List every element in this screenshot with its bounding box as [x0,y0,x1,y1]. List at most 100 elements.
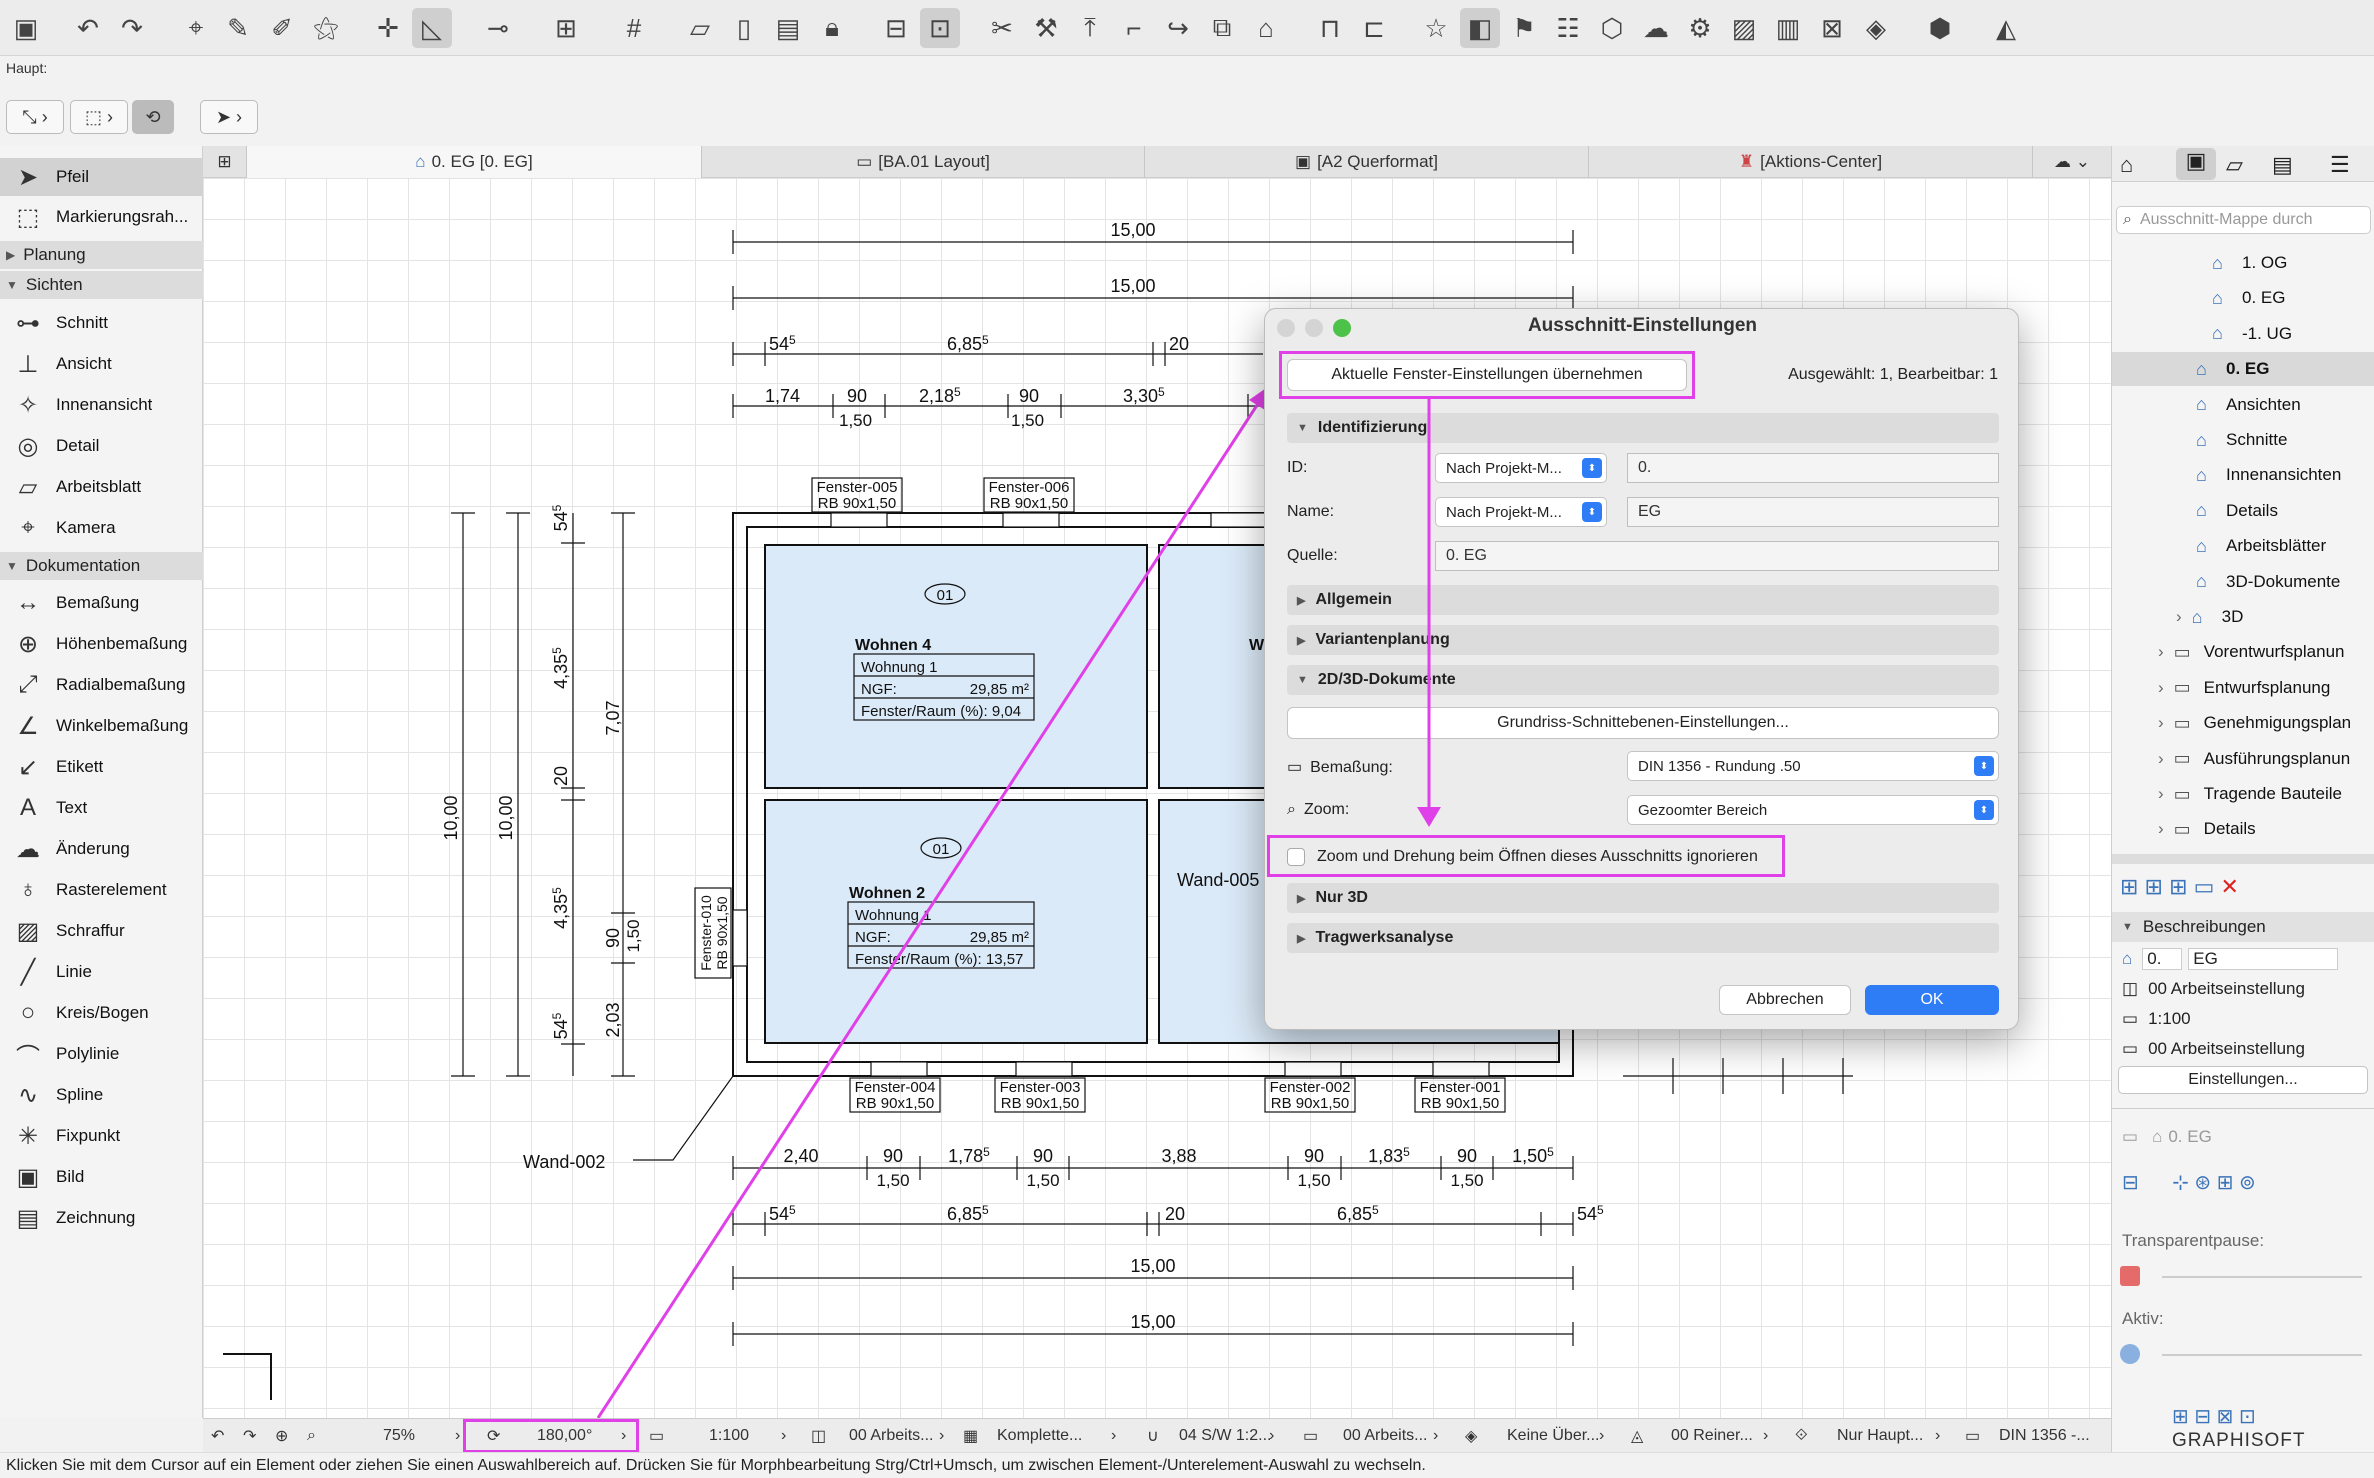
chevron-right-icon[interactable]: › [1433,1419,1438,1453]
schedule-icon[interactable]: ☷ [1548,8,1588,48]
project-map-icon[interactable]: ⌂ [2120,152,2133,178]
tree-item[interactable]: › ▭ Ausführungsplanun [2112,742,2374,776]
tree-item[interactable]: ⌂ Details [2112,494,2374,528]
chevron-right-icon[interactable]: › [2158,642,2164,662]
tool-fixpunkt[interactable]: ✳ Fixpunkt [0,1117,203,1155]
wall-label[interactable]: Wand-002 [523,1152,605,1172]
tree-item[interactable]: › ▭ Details [2112,812,2374,846]
tab-aktions-center[interactable]: ♜ [Aktions-Center] [1589,146,2033,178]
undo-icon[interactable]: ↶ [68,8,108,48]
tree-item[interactable]: ⌂ -1. UG [2112,317,2374,351]
hotlink-icon[interactable]: ⚙ [1680,8,1720,48]
desc-id-field[interactable]: 0. [2142,948,2183,970]
tool-bild[interactable]: ▣ Bild [0,1158,203,1196]
override-value[interactable]: Keine Über... [1507,1419,1600,1453]
book-icon[interactable]: ▥ [1768,8,1808,48]
window-tag[interactable]: Fenster-006 [989,479,1070,496]
view-map-icon[interactable]: ▣ [2176,148,2216,180]
magic-wand-icon[interactable]: ⚝ [306,8,346,48]
select-tool-icon[interactable]: ⌖ [176,8,216,48]
tree-item[interactable]: › ▭ Tragende Bauteile [2112,777,2374,811]
edit-icon[interactable]: ▤ [768,8,808,48]
tool-linie[interactable]: ╱ Linie [0,953,203,991]
chevron-right-icon[interactable]: › [1111,1419,1116,1453]
tool-hoehenbemassung[interactable]: ⊕ Höhenbemaßung [0,625,203,663]
organizer-icon[interactable]: ⊠ [1812,8,1852,48]
marquee-mode-button[interactable]: ⬚ › [70,100,128,134]
align-icon[interactable]: ⊏ [1354,8,1394,48]
chevron-right-icon[interactable]: › [1935,1419,1940,1453]
active-slider[interactable] [2162,1354,2362,1356]
layout-icon[interactable]: ◧ [1460,8,1500,48]
tree-item[interactable]: ⌂ Ansichten [2112,388,2374,422]
window-tag[interactable]: Fenster-004 [855,1079,936,1096]
elevate-icon[interactable]: ⤒ [1070,8,1110,48]
menu-icon[interactable]: ☰ [2330,152,2350,178]
tab-querformat[interactable]: ▣ [A2 Querformat] [1145,146,1589,178]
zoom-in-icon[interactable]: ⊕ [275,1419,288,1453]
tool-winkelbemassung[interactable]: ∠ Winkelbemaßung [0,707,203,745]
shape-icon[interactable]: ◭ [1986,8,2026,48]
undo-view-icon[interactable]: ↶ [211,1419,224,1453]
chevron-right-icon[interactable]: › [2176,607,2182,627]
syringe-icon[interactable]: ✐ [262,8,302,48]
tool-pfeil[interactable]: ➤ Pfeil [0,158,203,196]
view-value[interactable]: Nur Haupt... [1837,1419,1923,1453]
guide-line-icon[interactable]: ◺ [412,8,452,48]
tool-aenderung[interactable]: ☁ Änderung [0,830,203,868]
tool-ansicht[interactable]: ⊥ Ansicht [0,345,203,383]
tree-item[interactable]: ⌂ 0. EG [2112,281,2374,315]
layout-book-icon[interactable]: ▱ [2226,152,2243,178]
trace-icon[interactable]: ▯ [724,8,764,48]
redo-view-icon[interactable]: ↷ [243,1419,256,1453]
tool-spline[interactable]: ∿ Spline [0,1076,203,1114]
tree-item[interactable]: › ▭ Vorentwurfsplanun [2112,635,2374,669]
tool-arbeitsblatt[interactable]: ▱ Arbeitsblatt [0,468,203,506]
tree-item[interactable]: ⌂ 0. EG [2112,352,2374,387]
window-tag[interactable]: Fenster-001 [1420,1079,1501,1096]
tool-schnitt[interactable]: ⊶ Schnitt [0,304,203,342]
chevron-right-icon[interactable]: › [1599,1419,1604,1453]
tree-item[interactable]: ⌂ Innenansichten [2112,458,2374,492]
flag-icon[interactable]: ⚑ [1504,8,1544,48]
settings-button[interactable]: Einstellungen... [2118,1066,2368,1094]
search-input[interactable]: ⌕ Ausschnitt-Mappe durch [2116,206,2371,234]
window-tag[interactable]: Fenster-003 [1000,1079,1081,1096]
tool-schraffur[interactable]: ▨ Schraffur [0,912,203,950]
desc-layer-row[interactable]: ◫ 00 Arbeitseinstellung [2112,974,2374,1004]
picture-icon[interactable]: ▨ [1724,8,1764,48]
snap-points-icon[interactable]: ⊞ [546,8,586,48]
zoom-fit-icon[interactable]: ⌕ [307,1419,316,1453]
active-color-swatch[interactable] [2120,1344,2140,1364]
chevron-right-icon[interactable]: › [1269,1419,1274,1453]
renovation-value[interactable]: 00 Reiner... [1671,1419,1753,1453]
tab-plan-eg[interactable]: ⌂ 0. EG [0. EG] [247,146,702,178]
fit-window-icon[interactable]: ⊡ [920,8,960,48]
crosshair-icon[interactable]: ✛ [368,8,408,48]
chevron-right-icon[interactable]: › [2158,819,2164,839]
desc-model-row[interactable]: ▭ 00 Arbeitseinstellung [2112,1034,2374,1064]
measure-icon[interactable]: ⊟ [876,8,916,48]
dim-standard-value[interactable]: DIN 1356 -... [1999,1419,2090,1453]
tool-polylinie[interactable]: ⌒ Polylinie [0,1035,203,1073]
curve-icon[interactable]: ↪ [1158,8,1198,48]
tree-item[interactable]: ⌂ Schnitte [2112,423,2374,457]
model-value[interactable]: 00 Arbeits... [1343,1419,1428,1453]
tool-zeichnung[interactable]: ▤ Zeichnung [0,1199,203,1237]
tree-item[interactable]: ⌂ 3D-Dokumente [2112,565,2374,599]
section-beschreibungen[interactable]: ▼ Beschreibungen [2112,912,2374,942]
pen-value[interactable]: 04 S/W 1:2... [1179,1419,1271,1453]
scissors-icon[interactable]: ✂ [982,8,1022,48]
tree-item[interactable]: › ⌂ 3D [2112,600,2374,634]
lock-icon[interactable]: 🔒︎ [812,8,852,48]
window-tag[interactable]: Fenster-002 [1270,1079,1351,1096]
tool-kreis-bogen[interactable]: ○ Kreis/Bogen [0,994,203,1032]
roof-icon[interactable]: ⌂ [1246,8,1286,48]
corner-icon[interactable]: ⌐ [1114,8,1154,48]
tool-bemassung[interactable]: ↔ Bemaßung [0,584,203,622]
category-sichten[interactable]: ▼ Sichten [0,271,203,299]
chevron-right-icon[interactable]: › [455,1419,460,1453]
scrollbar[interactable] [2112,854,2374,864]
chevron-right-icon[interactable]: › [2158,678,2164,698]
scale-value[interactable]: 1:100 [709,1419,749,1453]
